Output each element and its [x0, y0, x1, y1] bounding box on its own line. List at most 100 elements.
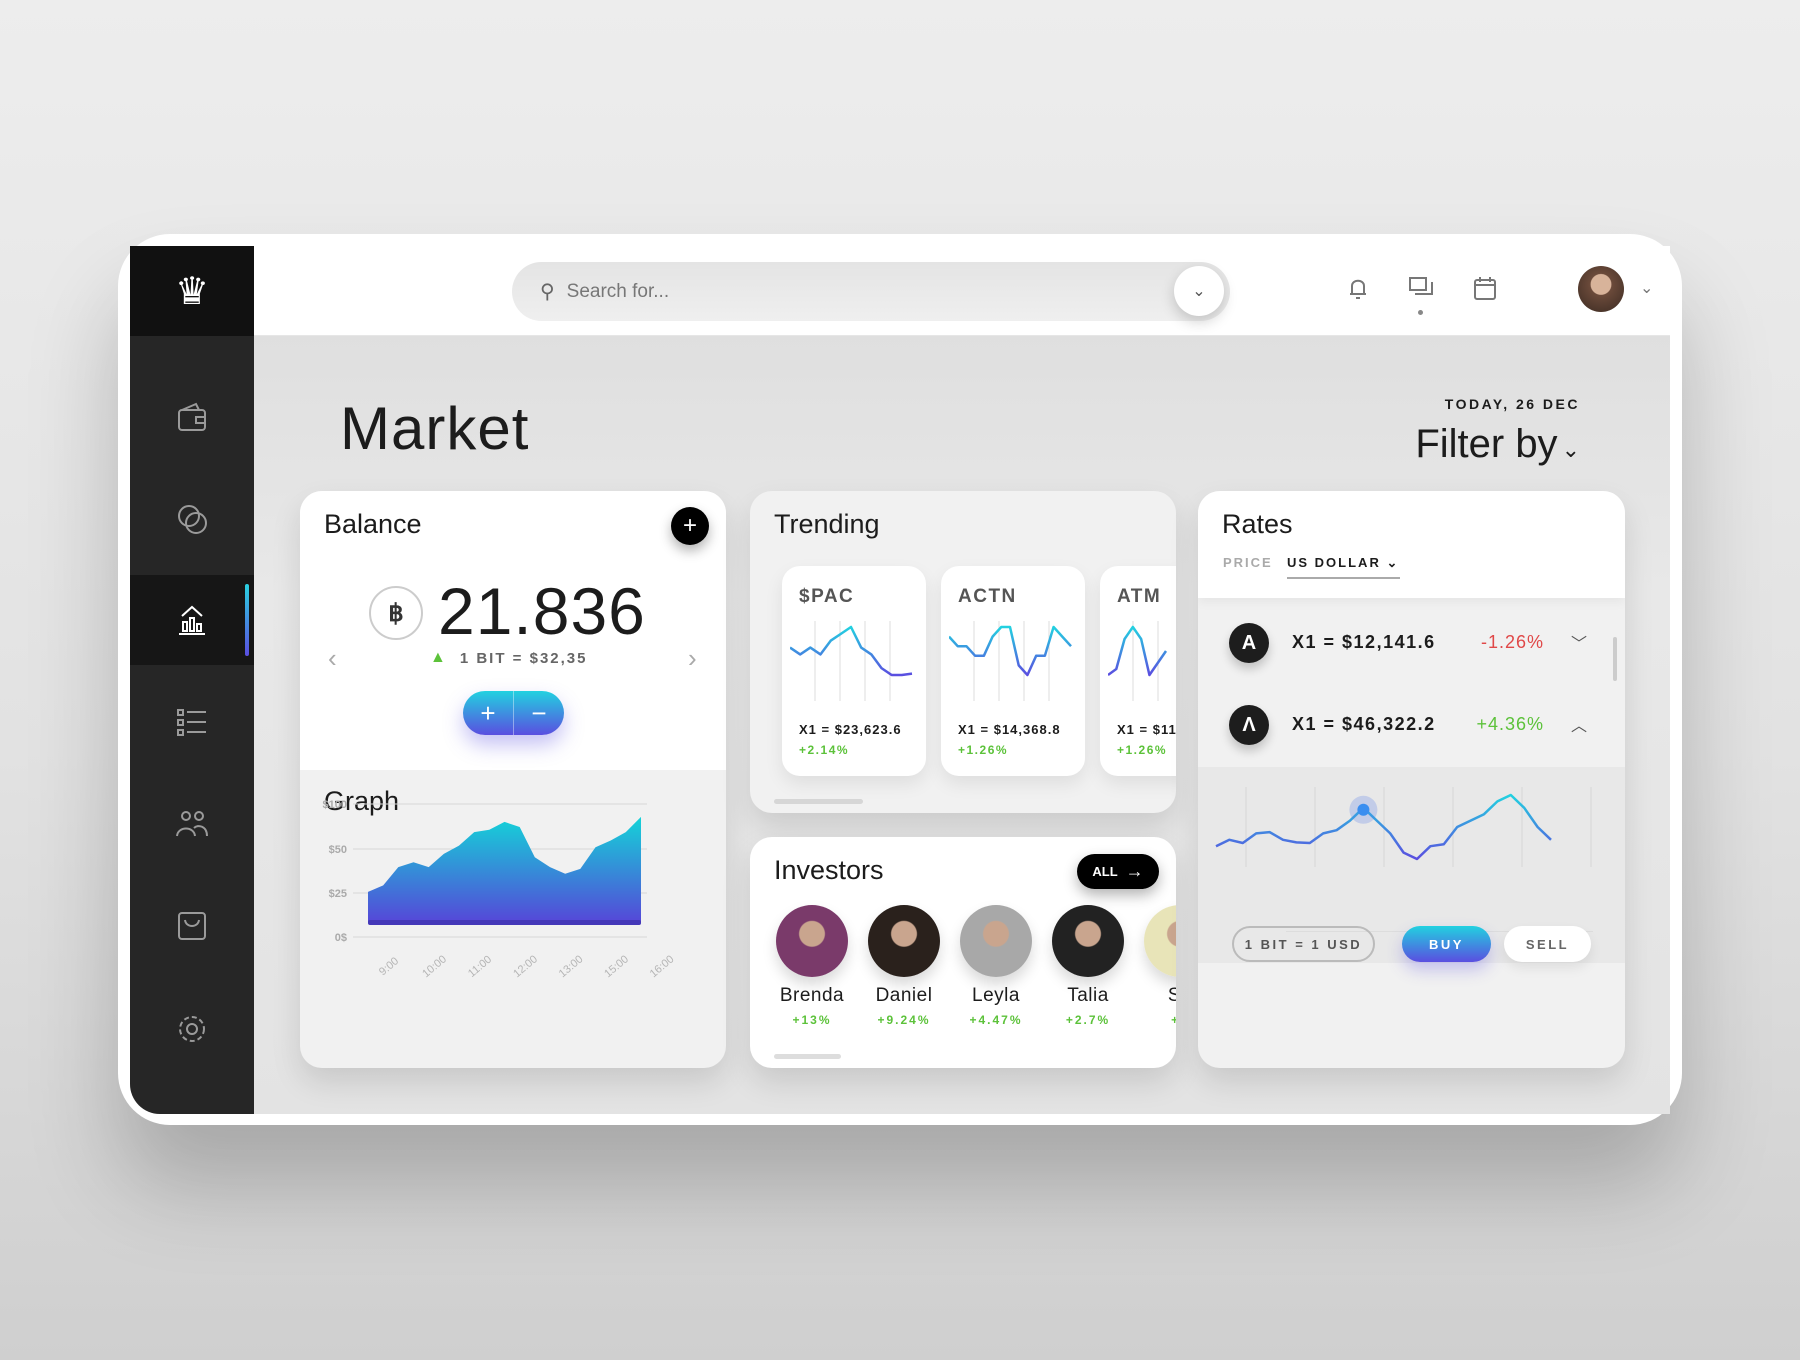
search-input[interactable]: ⚲ Search for... ⌄ [512, 262, 1230, 321]
investor-item[interactable]: Leyla +4.47% [956, 905, 1036, 1027]
chevron-down-icon[interactable]: ⌄ [1640, 278, 1653, 298]
king-logo: ♛ [130, 246, 254, 336]
trend-change: +2.14% [799, 743, 850, 757]
investor-avatar [960, 905, 1032, 977]
trending-card-0[interactable]: $PAC X1 = $23,623.6 +2.14% [782, 566, 926, 776]
sidebar-item-users[interactable] [130, 779, 254, 869]
x-tick-label: 15:00 [602, 953, 631, 980]
y-tick-label: $50 [329, 844, 347, 856]
market-icon [179, 605, 205, 635]
sparkline [949, 625, 1072, 677]
trending-card: Trending $PAC X1 = $23,623.6 +2.14% ACTN … [750, 491, 1176, 813]
x-tick-label: 9:00 [377, 955, 401, 978]
investor-name: Su [1167, 985, 1176, 1006]
list-icon [177, 709, 206, 736]
all-label: ALL [1092, 864, 1118, 879]
graph-area [368, 816, 641, 922]
active-indicator [245, 584, 249, 656]
y-tick-label: 0$ [335, 932, 347, 944]
conversion-pill: 1 BIT = 1 USD [1232, 926, 1375, 962]
sidebar-item-settings[interactable] [130, 984, 254, 1074]
users-icon [176, 811, 208, 837]
filter-dropdown[interactable]: Filter by ⌄ [1415, 422, 1580, 467]
rates-title: Rates [1222, 509, 1293, 539]
investor-name: Daniel [875, 985, 933, 1006]
investor-name: Leyla [972, 985, 1020, 1006]
shopping-bag-icon [178, 912, 206, 940]
trending-card-1[interactable]: ACTN X1 = $14,368.8 +1.26% [941, 566, 1085, 776]
sparkline-chart [1108, 621, 1168, 701]
sidebar: ♛ [130, 246, 254, 1114]
chat-button[interactable] [1407, 274, 1435, 315]
sidebar-item-list[interactable] [130, 678, 254, 768]
investor-item[interactable]: Su +3 [1140, 905, 1176, 1027]
trend-change: +1.26% [958, 743, 1009, 757]
horizontal-scrollbar[interactable] [774, 1054, 841, 1059]
graph-chart: $100 $50 $25 0$ 9:00 10:00 11:00 12:00 13:00 15:0… [323, 799, 677, 980]
all-investors-button[interactable]: ALL → [1077, 854, 1159, 889]
calendar-button[interactable] [1471, 274, 1499, 302]
rate-change: -1.26% [1480, 632, 1544, 652]
chevron-down-icon[interactable]: ﹀ [1571, 630, 1587, 654]
trending-card-2[interactable]: ATM X1 = $11 +1.26% [1100, 566, 1176, 776]
x-tick-label: 12:00 [511, 953, 540, 980]
ticker: ACTN [958, 586, 1017, 607]
x-tick-label: 13:00 [557, 953, 586, 980]
investor-avatar [1144, 905, 1176, 977]
ticker: $PAC [799, 586, 855, 607]
rate-row[interactable]: Λ X1 = $46,322.2 +4.36% ︿ [1198, 684, 1625, 766]
chat-icon [1409, 277, 1433, 295]
coins-icon [178, 505, 207, 534]
investors-title: Investors [774, 855, 884, 885]
y-tick-label: $100 [323, 799, 347, 811]
ticker: ATM [1117, 586, 1162, 607]
investor-change: +4.47% [969, 1013, 1023, 1027]
page-title: Market [340, 395, 530, 462]
x-tick-label: 10:00 [420, 953, 449, 980]
bell-button[interactable] [1344, 274, 1372, 302]
horizontal-scrollbar[interactable] [774, 799, 863, 804]
chevron-down-icon: ⌄ [1386, 555, 1400, 570]
trending-title: Trending [774, 509, 880, 539]
rate-value: X1 = $12,141.6 [1292, 632, 1436, 652]
investor-change: +3 [1140, 1013, 1176, 1027]
gear-icon [179, 1016, 205, 1042]
sidebar-item-coins[interactable] [130, 474, 254, 564]
chevron-down-icon: ⌄ [1561, 437, 1580, 462]
vertical-scrollbar[interactable] [1613, 637, 1617, 681]
balance-card: Balance + ฿ 21.836 ▲ 1 BIT = $32,35 ‹ › +… [300, 491, 726, 1068]
unread-dot [1418, 310, 1423, 315]
investor-item[interactable]: Brenda +13% [772, 905, 852, 1027]
sidebar-item-shop[interactable] [130, 881, 254, 971]
buy-button[interactable]: BUY [1402, 926, 1491, 962]
selected-point[interactable] [1357, 803, 1370, 816]
investor-name: Talia [1067, 985, 1109, 1006]
rate-change: +4.36% [1476, 714, 1544, 734]
sidebar-item-market[interactable] [130, 575, 254, 665]
app-window: ♛ ⚲ Search for... ⌄ ⌄ + Market TODAY, 26… [130, 246, 1670, 1114]
rates-card: Rates PRICE US DOLLAR ⌄ A X1 = $12,141.6… [1198, 491, 1625, 1068]
investors-card: Investors ALL → Brenda +13% Daniel +9.24%… [750, 837, 1176, 1068]
currency-dropdown[interactable]: US DOLLAR ⌄ [1287, 555, 1400, 579]
trend-value: X1 = $11 [1117, 722, 1176, 737]
sell-button[interactable]: SELL [1504, 926, 1591, 962]
investor-avatar [776, 905, 848, 977]
x-tick-label: 11:00 [466, 954, 494, 980]
rate-value: X1 = $46,322.2 [1292, 714, 1436, 734]
investor-avatar [868, 905, 940, 977]
search-placeholder: Search for... [566, 280, 670, 302]
calendar-icon [1474, 277, 1496, 300]
user-avatar[interactable] [1578, 266, 1624, 312]
graph-base [368, 920, 641, 925]
investor-item[interactable]: Talia +2.7% [1048, 905, 1128, 1027]
investor-change: +2.7% [1065, 1013, 1111, 1027]
investor-change: +13% [792, 1013, 832, 1027]
chevron-down-icon: ⌄ [1192, 283, 1206, 300]
price-label: PRICE [1223, 555, 1273, 570]
investor-item[interactable]: Daniel +9.24% [864, 905, 944, 1027]
sparkline-chart [790, 621, 913, 701]
search-dropdown-button[interactable]: ⌄ [1174, 266, 1224, 316]
rate-row[interactable]: A X1 = $12,141.6 -1.26% ﹀ [1198, 602, 1625, 684]
sidebar-item-wallet[interactable] [130, 373, 254, 463]
chevron-up-icon[interactable]: ︿ [1571, 712, 1587, 736]
